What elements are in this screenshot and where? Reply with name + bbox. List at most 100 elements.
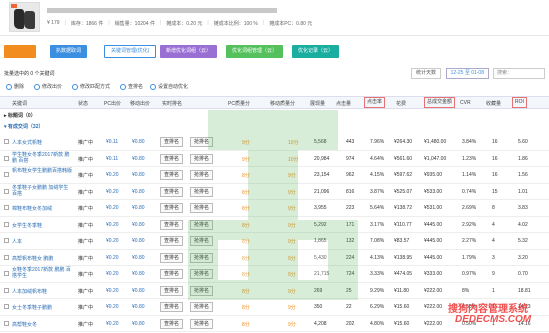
row-checkbox[interactable] xyxy=(4,287,9,293)
pc-bid-value[interactable]: ¥0.20 xyxy=(106,238,119,244)
group-manage-button[interactable]: 优化词组管理（云） xyxy=(226,45,284,58)
table-row[interactable]: 人本加绒帆布鞋 推广中 ¥0.20 ¥0.80 查排名 抢排名 8分 9分 26… xyxy=(0,282,549,299)
pc-bid-value[interactable]: ¥0.20 xyxy=(106,288,119,294)
col-impressions[interactable]: 展现量 xyxy=(310,100,325,107)
check-rank-button[interactable]: 查排名 xyxy=(160,153,184,164)
grab-rank-button[interactable]: 抢排名 xyxy=(190,285,214,296)
recommend-words-button[interactable]: 好词推荐 xyxy=(4,45,37,58)
row-checkbox[interactable] xyxy=(4,155,9,161)
check-rank-button[interactable]: 查排名 xyxy=(160,170,184,180)
col-status[interactable]: 状态 xyxy=(78,100,88,107)
grab-rank-button[interactable]: 抢排名 xyxy=(190,153,214,164)
col-roi[interactable]: ROI xyxy=(512,97,527,108)
grab-rank-button[interactable]: 抢排名 xyxy=(190,269,214,279)
row-checkbox[interactable] xyxy=(4,205,9,210)
col-cost[interactable]: 花费 xyxy=(396,100,406,107)
grab-rank-button[interactable]: 抢排名 xyxy=(190,236,214,246)
table-row[interactable]: 棉鞋布鞋女冬加绒 推广中 ¥0.20 ¥0.80 查排名 抢排名 8分 9分 3… xyxy=(0,200,549,217)
grab-rank-button[interactable]: 抢排名 xyxy=(190,219,214,230)
mobile-bid-value[interactable]: ¥0.80 xyxy=(132,139,145,145)
mobile-bid-value[interactable]: ¥0.80 xyxy=(132,205,145,211)
check-rank-button[interactable]: 查排名 xyxy=(160,137,184,147)
check-rank-button[interactable]: 查排名 xyxy=(160,219,184,230)
keyword-link[interactable]: 高帮鞋女冬 xyxy=(12,321,74,328)
pc-bid-value[interactable]: ¥0.20 xyxy=(106,172,119,178)
mobile-bid-value[interactable]: ¥0.80 xyxy=(132,156,145,162)
group-title-words[interactable]: ▸ 标题词（0） xyxy=(0,111,549,122)
col-rank[interactable]: 实时排名 xyxy=(162,100,182,107)
auto-optimize-action[interactable]: 设置自动优化 xyxy=(150,83,188,90)
keyword-link[interactable]: 女学生冬季鞋 xyxy=(12,222,74,229)
row-checkbox[interactable] xyxy=(4,188,9,194)
check-rank-button[interactable]: 查排名 xyxy=(160,186,184,197)
keyword-link[interactable]: 女鞋冬季2017新款 鹏鹏 百搭学生 xyxy=(12,267,74,279)
keyword-link[interactable]: 人本 xyxy=(12,238,74,245)
col-mobile-bid[interactable]: 移动出价 xyxy=(130,100,150,107)
check-rank-button[interactable]: 查排名 xyxy=(160,252,184,263)
check-rank-button[interactable]: 查排名 xyxy=(160,236,184,246)
mobile-bid-value[interactable]: ¥0.80 xyxy=(132,304,145,310)
row-checkbox[interactable] xyxy=(4,221,9,227)
add-group-button[interactable]: 新增优化词组（云） xyxy=(160,45,218,58)
grab-rank-button[interactable]: 抢排名 xyxy=(190,302,214,312)
col-clicks[interactable]: 点击量 xyxy=(336,100,351,107)
keyword-link[interactable]: 冬季鞋子女鹏鹏 加绒学生 百搭 xyxy=(12,185,74,197)
pc-bid-value[interactable]: ¥0.11 xyxy=(106,139,118,145)
mobile-bid-value[interactable]: ¥0.80 xyxy=(132,255,145,261)
stat-days-label[interactable]: 统计天数 xyxy=(410,68,441,79)
grab-rank-button[interactable]: 抢排名 xyxy=(190,203,214,213)
check-rank-button[interactable]: 查排名 xyxy=(160,203,184,213)
row-checkbox[interactable] xyxy=(4,172,9,177)
table-row[interactable]: 女鞋冬季2017新款 鹏鹏 百搭学生 推广中 ¥0.20 ¥0.80 查排名 抢… xyxy=(0,266,549,283)
keyword-link[interactable]: 高帮帆布鞋女 鹏鹏 xyxy=(12,255,74,262)
keyword-link[interactable]: 人本女式帆鞋 xyxy=(12,139,74,146)
pc-bid-value[interactable]: ¥0.20 xyxy=(106,255,119,261)
pc-bid-value[interactable]: ¥0.20 xyxy=(106,304,119,310)
keyword-link[interactable]: 人本加绒帆布鞋 xyxy=(12,288,74,295)
grab-rank-button[interactable]: 抢排名 xyxy=(190,252,214,263)
col-collect[interactable]: 收藏量 xyxy=(486,100,501,107)
col-pc-bid[interactable]: PC出价 xyxy=(104,100,121,107)
mobile-bid-value[interactable]: ¥0.80 xyxy=(132,189,145,195)
grab-rank-button[interactable]: 抢排名 xyxy=(190,170,214,180)
pc-bid-value[interactable]: ¥0.20 xyxy=(106,271,119,277)
scrape-words-button[interactable]: 扒数据取词 xyxy=(50,45,88,58)
keyword-link[interactable]: 棉鞋布鞋女冬加绒 xyxy=(12,205,74,212)
row-checkbox[interactable] xyxy=(4,139,9,144)
mobile-bid-value[interactable]: ¥0.80 xyxy=(132,222,145,228)
table-row[interactable]: 人本女式帆鞋 推广中 ¥0.11 ¥0.80 查排名 抢排名 9分 10分 5,… xyxy=(0,134,549,151)
row-checkbox[interactable] xyxy=(4,271,9,276)
optimize-log-button[interactable]: 优化记录（云） xyxy=(292,45,340,58)
table-row[interactable]: 帆布鞋女学生鹏鹏百搭韩版 推广中 ¥0.20 ¥0.80 查排名 抢排名 8分 … xyxy=(0,167,549,184)
table-row[interactable]: 高帮帆布鞋女 鹏鹏 推广中 ¥0.20 ¥0.80 查排名 抢排名 8分 9分 … xyxy=(0,249,549,266)
table-row[interactable]: 学生鞋女冬季2017新款 鹏鹏 百搭 推广中 ¥0.11 ¥0.80 查排名 抢… xyxy=(0,150,549,167)
col-mobile-score[interactable]: 移动质量分 xyxy=(270,100,295,107)
col-total-amount[interactable]: 总成交金额 xyxy=(424,97,456,108)
match-type-action[interactable]: 修改匹配方式 xyxy=(72,83,110,90)
row-checkbox[interactable] xyxy=(4,238,9,243)
mobile-bid-value[interactable]: ¥0.80 xyxy=(132,238,145,244)
pc-bid-value[interactable]: ¥0.20 xyxy=(106,222,119,228)
keyword-link[interactable]: 帆布鞋女学生鹏鹏百搭韩版 xyxy=(12,168,74,174)
check-rank-button[interactable]: 查排名 xyxy=(160,285,184,296)
pc-bid-value[interactable]: ¥0.20 xyxy=(106,205,119,211)
check-rank-button[interactable]: 查排名 xyxy=(160,302,184,312)
keyword-link[interactable]: 女士冬季鞋子鹏鹏 xyxy=(12,304,74,311)
group-deal-words[interactable]: ▾ 有成交词（32） xyxy=(0,122,549,133)
date-range-picker[interactable]: 12-25 至 01-08 xyxy=(445,68,489,79)
row-checkbox[interactable] xyxy=(4,254,9,260)
pc-bid-value[interactable]: ¥0.20 xyxy=(106,189,119,195)
pc-bid-value[interactable]: ¥0.20 xyxy=(106,321,119,327)
row-checkbox[interactable] xyxy=(4,320,9,326)
col-keyword[interactable]: 关键词 xyxy=(12,100,27,107)
modify-bid-action[interactable]: 修改出价 xyxy=(34,83,62,90)
grab-rank-button[interactable]: 抢排名 xyxy=(190,186,214,197)
mobile-bid-value[interactable]: ¥0.80 xyxy=(132,172,145,178)
keyword-manage-button[interactable]: 关键词管理(优化) xyxy=(104,45,157,58)
search-input[interactable]: 搜索： xyxy=(493,68,545,79)
grab-rank-button[interactable]: 抢排名 xyxy=(190,318,214,329)
grab-rank-button[interactable]: 抢排名 xyxy=(190,137,214,147)
check-rank-button[interactable]: 查排名 xyxy=(160,269,184,279)
delete-action[interactable]: 删除 xyxy=(6,83,24,90)
col-ctr[interactable]: 点击率 xyxy=(364,97,386,108)
